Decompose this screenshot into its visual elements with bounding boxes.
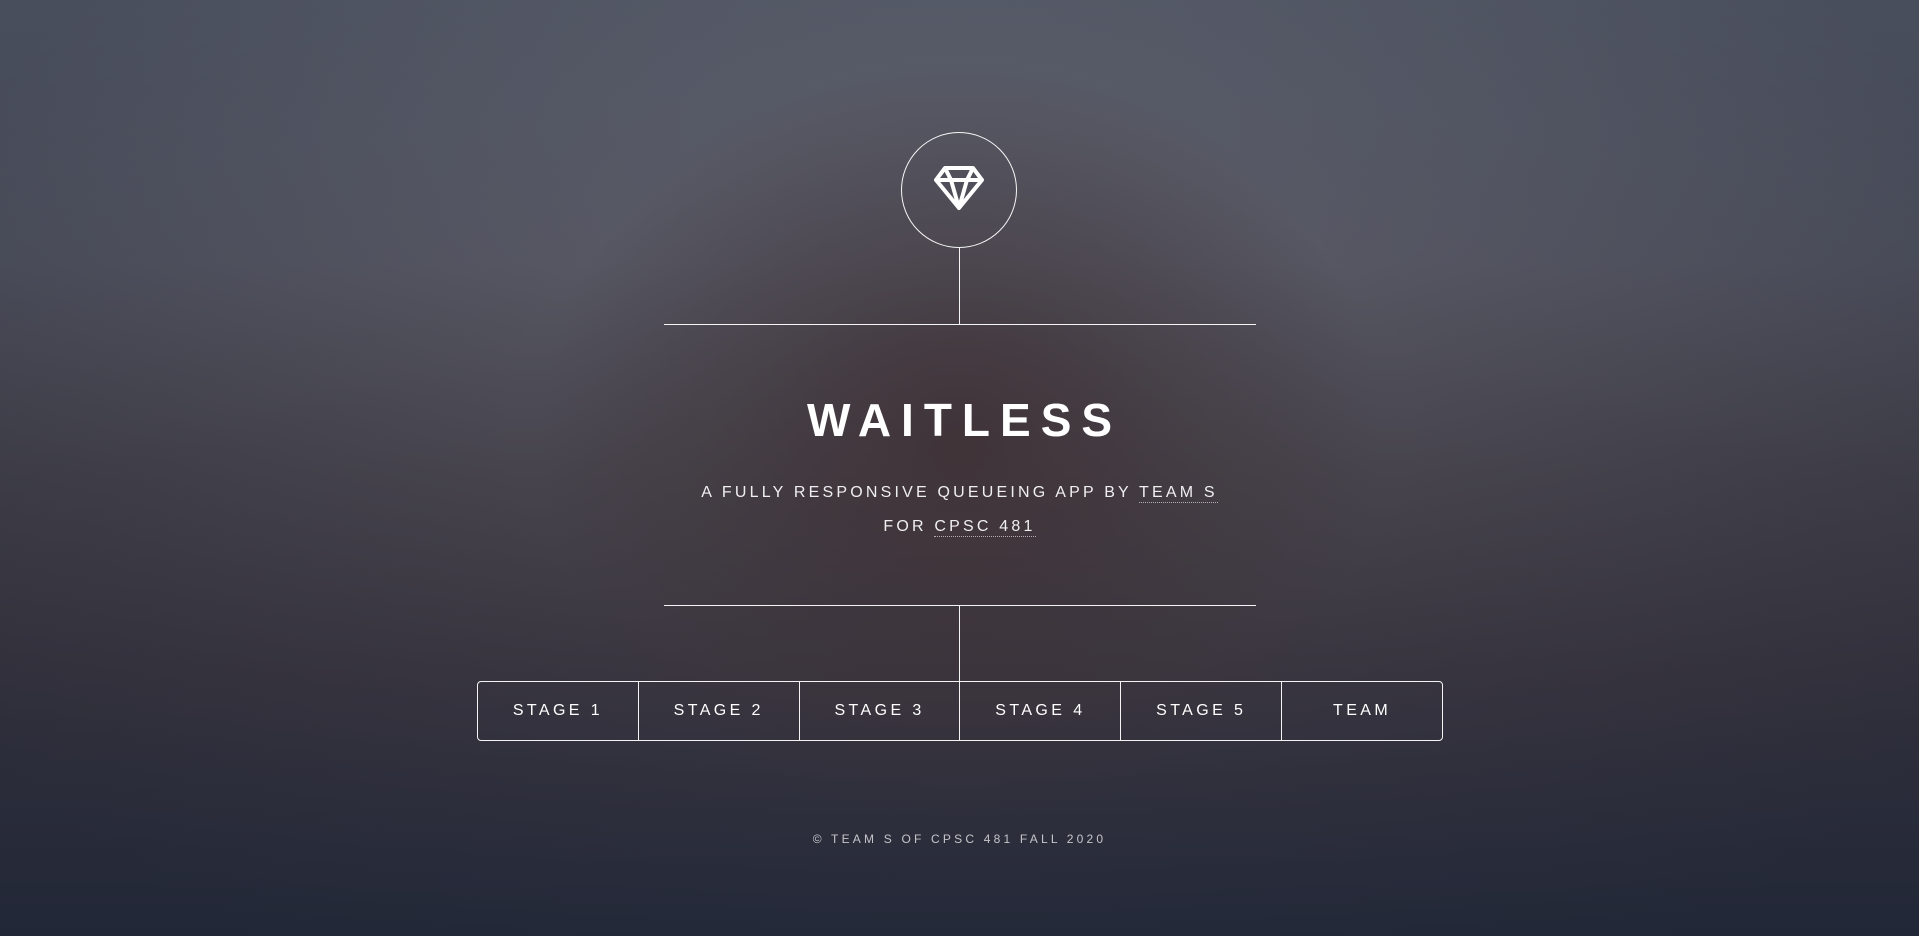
divider-bottom bbox=[664, 605, 1256, 606]
divider-top bbox=[664, 324, 1256, 325]
cpsc-481-link[interactable]: CPSC 481 bbox=[934, 518, 1036, 537]
nav-connector bbox=[959, 605, 960, 682]
nav-item-stage-1[interactable]: STAGE 1 bbox=[478, 682, 638, 740]
nav-item-stage-4[interactable]: STAGE 4 bbox=[959, 682, 1120, 740]
nav-item-stage-2[interactable]: STAGE 2 bbox=[637, 682, 799, 740]
team-s-link[interactable]: TEAM S bbox=[1139, 484, 1218, 503]
main-nav: STAGE 1 STAGE 2 STAGE 3 STAGE 4 STAGE 5 … bbox=[477, 681, 1443, 741]
diamond-icon bbox=[933, 165, 985, 216]
nav-item-stage-5[interactable]: STAGE 5 bbox=[1120, 682, 1281, 740]
nav-item-stage-3[interactable]: STAGE 3 bbox=[798, 682, 960, 740]
logo bbox=[901, 132, 1017, 248]
intro-text: A FULLY RESPONSIVE QUEUEING APP BY TEAM … bbox=[0, 476, 1919, 544]
nav-item-team[interactable]: TEAM bbox=[1281, 682, 1442, 740]
logo-connector bbox=[959, 248, 960, 324]
page-title: WAITLESS bbox=[806, 394, 1123, 446]
intro-line2-text: FOR bbox=[883, 518, 935, 535]
footer-copyright: © TEAM S OF CPSC 481 FALL 2020 bbox=[812, 832, 1107, 846]
intro-line1-text: A FULLY RESPONSIVE QUEUEING APP BY bbox=[701, 484, 1139, 501]
